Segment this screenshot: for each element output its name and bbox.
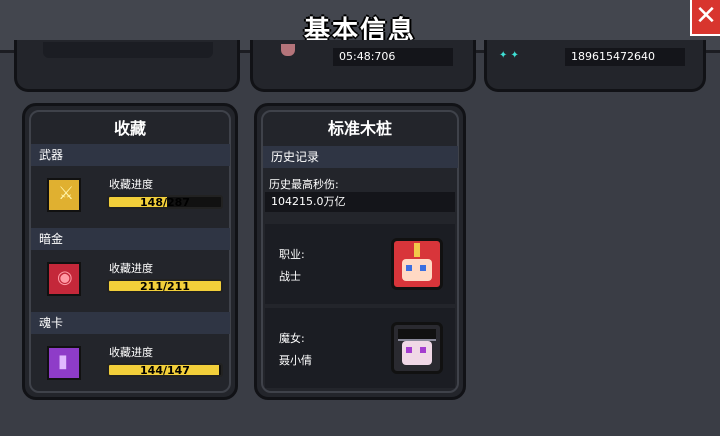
class-card: 职业: 战士 <box>265 224 455 304</box>
witch-label: 魔女: <box>279 332 305 345</box>
time-value: 05:48:706 <box>333 48 453 66</box>
dummy-title: 标准木桩 <box>327 119 392 138</box>
character-icon <box>281 44 295 56</box>
top-panel-left-slot <box>43 42 213 58</box>
dark-gold-progress-label: 收藏进度 <box>109 262 153 275</box>
stats-window: 基本信息 ✕ 05:48:706 ✦ ✦ 189615472640 收藏 武器 … <box>0 0 720 436</box>
id-value: 189615472640 <box>565 48 685 66</box>
section-soul-card: 魂卡 <box>31 312 230 334</box>
section-dark-gold: 暗金 <box>31 228 230 250</box>
class-label: 职业: <box>279 248 305 261</box>
top-panel-left <box>14 40 240 92</box>
weapon-progress-text: 148/287 <box>140 196 190 209</box>
soul-card-progress-bar: 144/147 <box>107 363 223 377</box>
class-value: 战士 <box>279 270 301 283</box>
top-panel-middle: 05:48:706 <box>250 40 476 92</box>
weapon-progress-label: 收藏进度 <box>109 178 153 191</box>
highest-dps-value: 104215.0万亿 <box>265 192 455 212</box>
soul-card-progress-label: 收藏进度 <box>109 346 153 359</box>
soul-card-book-icon: ▮ <box>47 346 81 380</box>
dummy-panel: 标准木桩 历史记录 历史最高秒伤: 104215.0万亿 职业: 战士 魔女: … <box>254 103 466 400</box>
collection-title: 收藏 <box>113 119 146 138</box>
warrior-avatar-icon <box>391 238 443 290</box>
top-panel-right: ✦ ✦ 189615472640 <box>484 40 706 92</box>
weapon-progress-bar: 148/287 <box>107 195 223 209</box>
weapon-book-icon: ⚔ <box>47 178 81 212</box>
witch-avatar-icon <box>391 322 443 374</box>
dark-gold-book-icon: ◉ <box>47 262 81 296</box>
witch-card: 魔女: 聂小倩 <box>265 308 455 388</box>
collection-panel: 收藏 武器 ⚔ 收藏进度 148/287 暗金 ◉ 收藏进度 211/211 魂… <box>22 103 238 400</box>
highest-dps-label: 历史最高秒伤: <box>269 178 339 191</box>
dark-gold-progress-bar: 211/211 <box>107 279 223 293</box>
history-header: 历史记录 <box>263 146 458 168</box>
close-button[interactable]: ✕ <box>690 0 720 36</box>
section-weapon: 武器 <box>31 144 230 166</box>
sparkle-icon: ✦ ✦ <box>499 50 519 61</box>
witch-value: 聂小倩 <box>279 354 312 367</box>
dark-gold-progress-text: 211/211 <box>140 280 190 293</box>
soul-card-progress-text: 144/147 <box>140 364 190 377</box>
